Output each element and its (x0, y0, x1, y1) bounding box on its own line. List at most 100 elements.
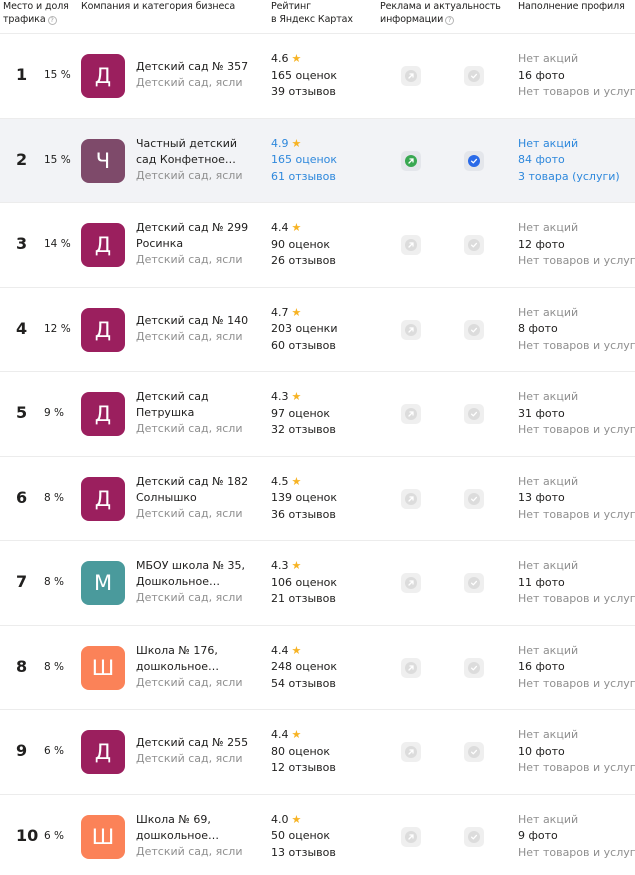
actuality-badge[interactable] (464, 657, 484, 678)
rank-number: 9 (16, 741, 28, 760)
actuality-badge[interactable] (464, 826, 484, 847)
ads-badge[interactable] (401, 742, 421, 762)
actuality-badge[interactable] (464, 488, 484, 509)
reviews-count[interactable]: 60 отзывов (271, 338, 371, 355)
company-avatar[interactable]: Ш (81, 645, 125, 690)
star-icon: ★ (291, 221, 302, 234)
table-row[interactable]: 3 14 % Д Детский сад № 299 Росинка Детски… (0, 202, 635, 287)
star-icon: ★ (291, 559, 302, 572)
rating-value: 4.4 (271, 221, 289, 234)
table-row[interactable]: 4 12 % Д Детский сад № 140 Детский сад, … (0, 286, 635, 372)
table-row[interactable]: 2 15 % Ч Частный детский сад Конфетное… Д… (0, 117, 635, 202)
reviews-count[interactable]: 26 отзывов (271, 253, 371, 270)
company-name[interactable]: Школа № 69, (136, 812, 261, 828)
table-row[interactable]: 9 6 % Д Детский сад № 255 Детский сад, я… (0, 709, 635, 794)
help-icon[interactable]: ? (47, 16, 57, 25)
actuality-badge[interactable] (464, 573, 484, 593)
table-row[interactable]: 10 6 % Ш Школа № 69, дошкольное… Детский … (0, 793, 635, 875)
company-name[interactable]: Росинка (136, 236, 261, 252)
company-name[interactable]: Частный детский (136, 136, 261, 152)
ratings-count[interactable]: 165 оценок (271, 68, 371, 85)
company-name[interactable]: Детский сад № 255 (136, 735, 261, 751)
table-row[interactable]: 8 8 % Ш Школа № 176, дошкольное… Детский … (0, 624, 635, 710)
company-avatar[interactable]: Д (81, 223, 125, 267)
ads-badge[interactable] (401, 235, 421, 255)
ads-badge[interactable] (401, 66, 421, 86)
rank-number: 2 (16, 149, 28, 169)
reviews-count[interactable]: 13 отзывов (271, 845, 371, 862)
ratings-count[interactable]: 139 оценок (271, 490, 371, 507)
traffic-share: 9 % (44, 407, 64, 419)
actuality-badge[interactable] (464, 150, 484, 171)
company-avatar[interactable]: Д (81, 730, 125, 774)
company-name[interactable]: Дошкольное… (136, 574, 261, 590)
company-name[interactable]: Детский сад № 357 (136, 59, 261, 75)
table-row[interactable]: 5 9 % Д Детский сад Петрушка Детский сад,… (0, 371, 635, 456)
ad-arrow-icon (405, 70, 417, 82)
star-icon: ★ (291, 136, 302, 150)
ads-badge[interactable] (401, 150, 421, 171)
ratings-count[interactable]: 50 оценок (271, 828, 371, 845)
goods-status: Нет товаров и услуг (518, 845, 635, 859)
traffic-share: 8 % (44, 491, 64, 504)
ratings-count[interactable]: 80 оценок (271, 744, 371, 761)
company-avatar[interactable]: Д (81, 476, 125, 521)
ratings-count[interactable]: 165 оценок (271, 152, 371, 169)
table-row[interactable]: 6 8 % Д Детский сад № 182 Солнышко Детски… (0, 455, 635, 541)
header-rank-line1: Место и доля (3, 1, 69, 12)
rating-block: 4.5 ★ 139 оценок 36 отзывов (271, 474, 371, 524)
company-info: Частный детский сад Конфетное… Детский са… (136, 136, 261, 184)
ads-badge[interactable] (401, 488, 421, 509)
ratings-count[interactable]: 106 оценок (271, 575, 371, 592)
reviews-count[interactable]: 36 отзывов (271, 507, 371, 524)
company-avatar[interactable]: Ш (81, 814, 125, 859)
actuality-badge[interactable] (464, 235, 484, 255)
reviews-count[interactable]: 61 отзывов (271, 169, 371, 186)
goods-status: Нет товаров и услуг (518, 85, 635, 98)
reviews-count[interactable]: 54 отзывов (271, 676, 371, 693)
company-name[interactable]: Школа № 176, (136, 643, 261, 659)
actuality-badge[interactable] (464, 742, 484, 762)
profile-block: Нет акций 84 фото 3 товара (услуги) (518, 136, 635, 186)
ads-badge[interactable] (401, 404, 421, 424)
company-info: МБОУ школа № 35, Дошкольное… Детский сад,… (136, 558, 261, 606)
company-avatar[interactable]: Д (81, 54, 125, 98)
ratings-count[interactable]: 97 оценок (271, 406, 371, 423)
company-name[interactable]: Детский сад № 182 (136, 474, 261, 490)
ads-badge[interactable] (401, 826, 421, 847)
ads-badge[interactable] (401, 573, 421, 593)
company-avatar[interactable]: Д (81, 307, 125, 352)
company-name[interactable]: сад Конфетное… (136, 152, 261, 168)
company-avatar[interactable]: Ч (81, 138, 125, 183)
company-name[interactable]: Детский сад (136, 389, 261, 405)
photos-count: 8 фото (518, 322, 558, 335)
company-name[interactable]: Петрушка (136, 405, 261, 421)
ratings-count[interactable]: 203 оценки (271, 321, 371, 338)
actuality-badge[interactable] (464, 319, 484, 340)
company-name[interactable]: дошкольное… (136, 828, 261, 844)
rating-value: 4.3 (271, 559, 289, 572)
company-avatar[interactable]: Д (81, 392, 125, 436)
company-name[interactable]: Детский сад № 299 (136, 220, 261, 236)
actuality-badge[interactable] (464, 66, 484, 86)
company-name[interactable]: МБОУ школа № 35, (136, 558, 261, 574)
actuality-badge[interactable] (464, 404, 484, 424)
reviews-count[interactable]: 39 отзывов (271, 84, 371, 101)
company-avatar[interactable]: М (81, 561, 125, 605)
company-name[interactable]: Детский сад № 140 (136, 313, 261, 329)
reviews-count[interactable]: 21 отзывов (271, 591, 371, 608)
table-row[interactable]: 7 8 % М МБОУ школа № 35, Дошкольное… Детс… (0, 540, 635, 625)
ratings-count[interactable]: 90 оценок (271, 237, 371, 254)
header-rating: Рейтинг в Яндекс Картах (271, 0, 353, 26)
table-row[interactable]: 1 15 % Д Детский сад № 357 Детский сад, … (0, 33, 635, 118)
company-name[interactable]: дошкольное… (136, 659, 261, 675)
company-info: Школа № 69, дошкольное… Детский сад, ясли (136, 812, 261, 860)
ratings-count[interactable]: 248 оценок (271, 659, 371, 676)
company-name[interactable]: Солнышко (136, 490, 261, 506)
help-icon[interactable]: ? (445, 16, 455, 25)
ads-badge[interactable] (401, 657, 421, 678)
ads-badge[interactable] (401, 319, 421, 340)
reviews-count[interactable]: 32 отзывов (271, 422, 371, 439)
reviews-count[interactable]: 12 отзывов (271, 760, 371, 777)
header-rating-line2: в Яндекс Картах (271, 14, 353, 25)
